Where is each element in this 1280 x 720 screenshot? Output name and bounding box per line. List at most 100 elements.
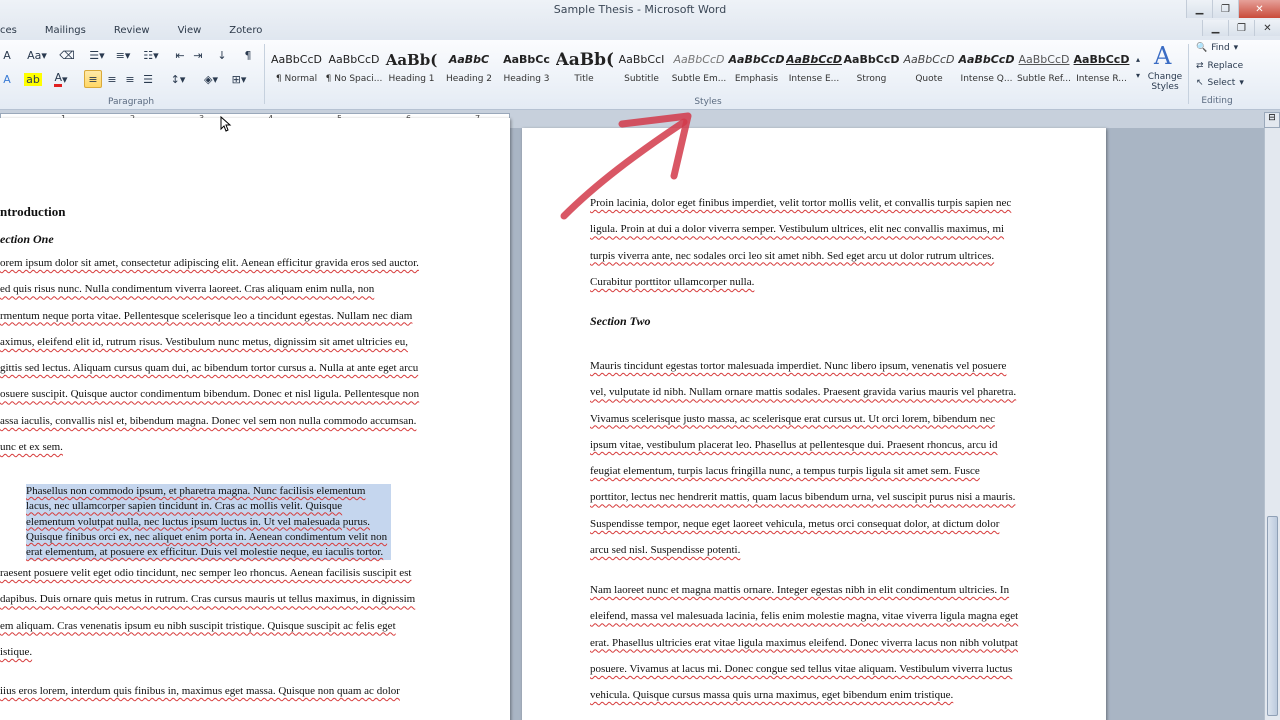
style-subtle-em[interactable]: AaBbCcD Subtle Em... bbox=[671, 46, 728, 90]
bullets-icon[interactable]: ☰▾ bbox=[86, 46, 108, 64]
text-line: vel, vulputate id nibh. Nullam ornare ma… bbox=[590, 386, 1017, 399]
style-heading-1[interactable]: AaBb(Heading 1 bbox=[383, 46, 440, 90]
text-line: raesent posuere velit eget odio tincidun… bbox=[0, 567, 412, 579]
scrollbar-thumb[interactable] bbox=[1267, 516, 1278, 716]
text-line: turpis viverra ante, nec sodales orci le… bbox=[590, 249, 995, 262]
mouse-cursor-icon bbox=[220, 116, 232, 132]
style-name: Heading 2 bbox=[445, 74, 493, 84]
style-intense-e[interactable]: AaBbCcD Intense E... bbox=[786, 46, 843, 90]
vertical-scrollbar[interactable] bbox=[1264, 128, 1280, 720]
change-case-icon[interactable]: Aa▾ bbox=[26, 46, 48, 64]
style-emphasis[interactable]: AaBbCcD Emphasis bbox=[728, 46, 785, 90]
minimize-button[interactable]: ▁ bbox=[1186, 0, 1212, 18]
window-controls: ▁ ❐ ✕ bbox=[1186, 0, 1280, 18]
text-line: osuere suscipit. Quisque auctor condimen… bbox=[0, 388, 420, 401]
paragraph: iius eros lorem, interdum quis finibus i… bbox=[0, 678, 400, 704]
ribbon-separator bbox=[1188, 44, 1189, 104]
highlight-icon[interactable]: ab bbox=[22, 70, 44, 88]
style-strong[interactable]: AaBbCcD Strong bbox=[843, 46, 900, 90]
numbering-icon[interactable]: ≡▾ bbox=[112, 46, 134, 64]
text-line: porttitor, lectus nec hendrerit mattis, … bbox=[590, 491, 1016, 504]
align-right-button[interactable]: ≡ bbox=[122, 70, 138, 88]
tab-review[interactable]: Review bbox=[100, 22, 164, 40]
style-heading-2[interactable]: AaBbC Heading 2 bbox=[441, 46, 498, 90]
select-button[interactable]: ↖ Select ▾ bbox=[1196, 78, 1244, 88]
style-name: ¶ No Spaci... bbox=[325, 74, 383, 84]
show-formatting-icon[interactable]: ¶ bbox=[240, 46, 256, 64]
text-line: dapibus. Duis ornare quis metus in rutru… bbox=[0, 593, 416, 606]
subheading-section-one: ection One bbox=[0, 232, 54, 246]
text-line: erat. Phasellus ultricies erat vitae lig… bbox=[590, 636, 1018, 649]
style-normal[interactable]: AaBbCcD ¶ Normal bbox=[268, 46, 325, 90]
style-name: Quote bbox=[915, 74, 943, 84]
text-line: feugiat elementum, turpis lacus fringill… bbox=[590, 465, 980, 478]
style-heading-3[interactable]: AaBbCc Heading 3 bbox=[498, 46, 555, 90]
style-name: Intense Q... bbox=[960, 74, 1013, 84]
replace-label: Replace bbox=[1207, 61, 1244, 71]
justify-button[interactable]: ☰ bbox=[140, 70, 156, 88]
style-no-spaci[interactable]: AaBbCcD ¶ No Spaci... bbox=[326, 46, 383, 90]
style-sample: AaBbCc bbox=[503, 53, 550, 66]
style-quote[interactable]: AaBbCcD Quote bbox=[901, 46, 958, 90]
text-line: unc et ex sem. bbox=[0, 441, 63, 454]
selected-block-quote: Phasellus non commodo ipsum, et pharetra… bbox=[26, 484, 392, 561]
tab-zotero[interactable]: Zotero bbox=[215, 22, 276, 40]
style-intense-r[interactable]: AaBbCcD Intense R... bbox=[1073, 46, 1130, 90]
style-sample: AaBbC bbox=[448, 53, 490, 66]
restore-button[interactable]: ❐ bbox=[1212, 0, 1238, 18]
page-left[interactable]: ntroduction ection One orem ipsum dolor … bbox=[0, 118, 510, 720]
text-effects-icon[interactable]: A bbox=[0, 70, 14, 88]
multilevel-list-icon[interactable]: ☷▾ bbox=[140, 46, 162, 64]
binoculars-icon: 🔍 bbox=[1196, 43, 1208, 53]
style-subtle-ref[interactable]: AaBbCcD Subtle Ref... bbox=[1016, 46, 1073, 90]
paragraph: Mauris tincidunt egestas tortor malesuad… bbox=[590, 353, 1016, 563]
tab-references[interactable]: ces bbox=[0, 22, 31, 40]
change-styles-button[interactable]: Change Styles bbox=[1144, 72, 1186, 92]
style-sample: AaBb( bbox=[555, 50, 613, 70]
style-sample: AaBb( bbox=[385, 51, 438, 69]
doc-close-button[interactable]: ✕ bbox=[1254, 20, 1280, 36]
doc-minimize-button[interactable]: ▁ bbox=[1202, 20, 1228, 36]
style-name: Subtle Em... bbox=[671, 74, 727, 84]
shading-icon[interactable]: ◈▾ bbox=[200, 70, 222, 88]
text-line: aximus, eleifend elit id, rutrum risus. … bbox=[0, 335, 408, 348]
decrease-indent-icon[interactable]: ⇤ bbox=[172, 46, 188, 64]
sort-icon[interactable]: ↓ bbox=[214, 46, 230, 64]
text-line: Vivamus scelerisque justo massa, ac scel… bbox=[590, 412, 995, 425]
style-name: Emphasis bbox=[734, 74, 779, 84]
line-spacing-icon[interactable]: ↕▾ bbox=[166, 70, 190, 88]
tab-mailings[interactable]: Mailings bbox=[31, 22, 100, 40]
style-name: Intense E... bbox=[788, 74, 840, 84]
text-line: orem ipsum dolor sit amet, consectetur a… bbox=[0, 257, 419, 269]
style-subtitle[interactable]: AaBbCcI Subtitle bbox=[613, 46, 670, 90]
clear-formatting-icon[interactable]: ⌫ bbox=[58, 46, 76, 64]
styles-scroll-down-icon[interactable]: ▾ bbox=[1132, 66, 1144, 84]
view-ruler-icon[interactable]: ⊟ bbox=[1264, 112, 1280, 128]
title-bar: Sample Thesis - Microsoft Word ces Maili… bbox=[0, 0, 1280, 42]
change-styles-icon: A bbox=[1154, 42, 1172, 70]
align-left-button[interactable]: ≡ bbox=[84, 70, 102, 88]
find-button[interactable]: 🔍 Find ▾ bbox=[1196, 43, 1238, 53]
change-styles-group: A Change Styles bbox=[1144, 40, 1186, 110]
paragraph-group-label: Paragraph bbox=[107, 97, 155, 107]
style-intense-q[interactable]: AaBbCcD Intense Q... bbox=[958, 46, 1015, 90]
text-line: Quisque finibus orci ex, nec aliquet eni… bbox=[26, 530, 388, 543]
style-title[interactable]: AaBb( Title bbox=[556, 46, 613, 90]
tab-view[interactable]: View bbox=[164, 22, 216, 40]
increase-indent-icon[interactable]: ⇥ bbox=[190, 46, 206, 64]
shrink-font-icon[interactable]: A bbox=[0, 46, 14, 64]
heading-introduction: ntroduction bbox=[0, 204, 66, 219]
text-line: assa iaculis, convallis nisl et, bibendu… bbox=[0, 414, 417, 427]
font-color-icon[interactable]: A ▾ bbox=[50, 70, 72, 88]
replace-button[interactable]: ⇄ Replace bbox=[1196, 61, 1243, 71]
style-sample: AaBbCcD bbox=[958, 53, 1015, 66]
style-name: Heading 3 bbox=[503, 74, 550, 84]
text-line: eleifend, massa vel malesuada lacinia, f… bbox=[590, 610, 1019, 623]
style-name: Title bbox=[574, 74, 594, 84]
align-center-button[interactable]: ≡ bbox=[104, 70, 120, 88]
text-line: lacus, nec ullamcorper sapien tincidunt … bbox=[26, 500, 343, 513]
close-button[interactable]: ✕ bbox=[1238, 0, 1280, 18]
text-line: erat elementum, at posuere ex efficitur.… bbox=[26, 546, 384, 559]
borders-icon[interactable]: ⊞▾ bbox=[228, 70, 250, 88]
doc-restore-button[interactable]: ❐ bbox=[1228, 20, 1254, 36]
